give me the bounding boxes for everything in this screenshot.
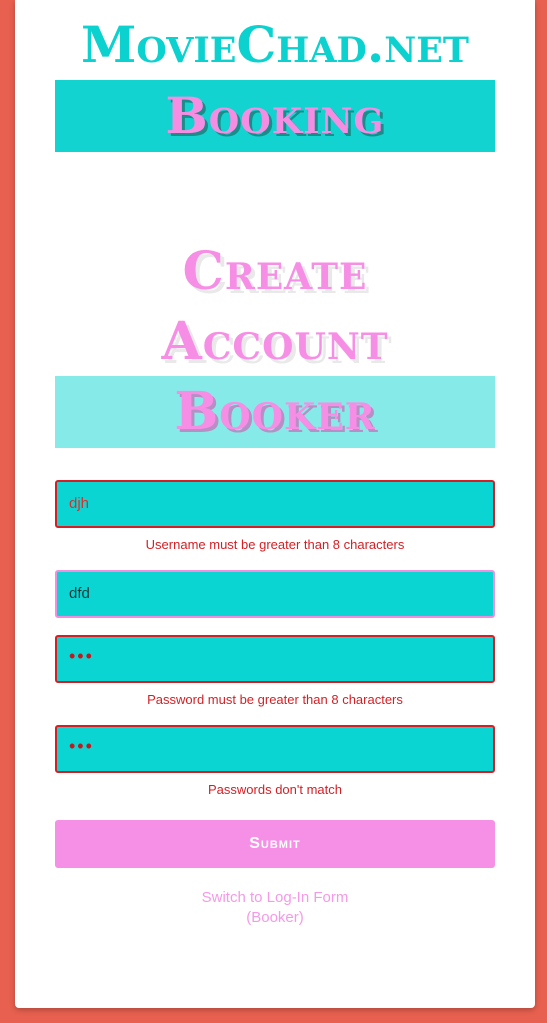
form-card: MovieChad.net Booking Create Account Boo…	[15, 0, 535, 1008]
switch-to-login-link[interactable]: Switch to Log-In Form (Booker)	[55, 888, 495, 928]
password-field[interactable]: •••	[55, 635, 495, 683]
switch-link-line-2: (Booker)	[246, 909, 304, 926]
booking-banner-label: Booking	[165, 86, 385, 145]
username-error: Username must be greater than 8 characte…	[145, 537, 405, 552]
role-banner-label: Booker	[174, 381, 376, 442]
username-field[interactable]: djh	[55, 480, 495, 528]
password-error: Password must be greater than 8 characte…	[147, 692, 403, 707]
confirm-password-field[interactable]: •••	[55, 725, 495, 773]
page-title-line-2: Account	[161, 311, 389, 372]
page-title-line-1: Create	[182, 241, 368, 302]
booking-banner: Booking	[55, 80, 495, 152]
submit-button[interactable]: Submit	[55, 820, 495, 868]
role-banner: Booker	[55, 376, 495, 448]
confirm-password-error: Passwords don't match	[208, 782, 342, 797]
switch-link-line-1: Switch to Log-In Form	[201, 889, 349, 906]
site-title: MovieChad.net	[81, 15, 469, 74]
email-field[interactable]: dfd	[55, 570, 495, 618]
